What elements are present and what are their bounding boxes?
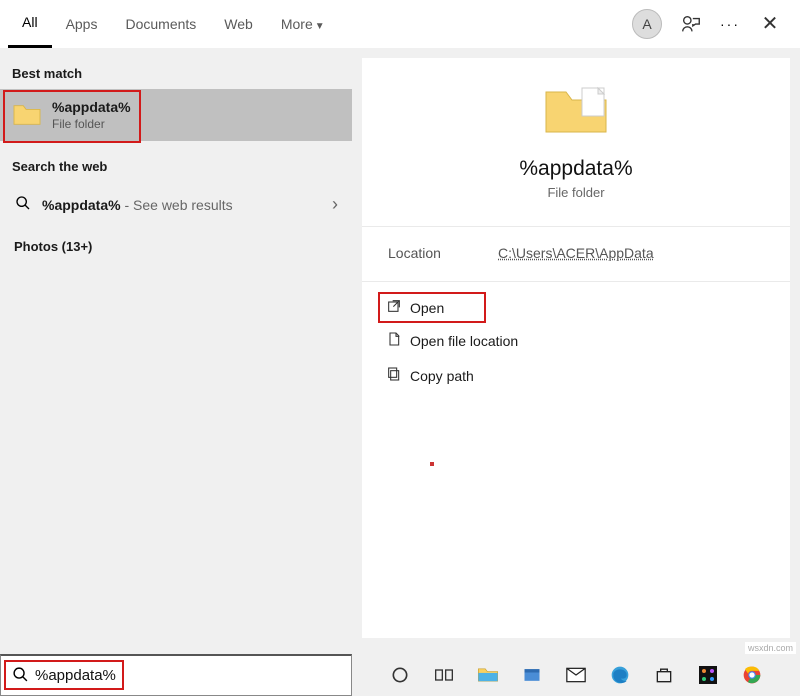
search-icon bbox=[9, 666, 31, 686]
location-label: Location bbox=[388, 245, 498, 261]
open-label: Open bbox=[410, 300, 444, 316]
web-result-suffix: - See web results bbox=[121, 197, 233, 213]
watermark: wsxdn.com bbox=[745, 642, 796, 654]
preview-subtitle: File folder bbox=[547, 185, 604, 200]
web-query: %appdata% bbox=[42, 197, 121, 213]
search-icon bbox=[14, 195, 32, 214]
tab-apps[interactable]: Apps bbox=[52, 0, 112, 48]
annotation-dot bbox=[430, 462, 434, 466]
open-button[interactable]: Open bbox=[378, 292, 486, 323]
open-file-location-label: Open file location bbox=[410, 333, 518, 349]
app-icon-2[interactable] bbox=[697, 664, 719, 686]
folder-icon bbox=[12, 102, 42, 128]
tab-web[interactable]: Web bbox=[210, 0, 267, 48]
location-path[interactable]: C:\Users\ACER\AppData bbox=[498, 245, 654, 261]
copy-icon bbox=[386, 366, 410, 385]
file-explorer-icon[interactable] bbox=[477, 664, 499, 686]
tab-more[interactable]: More▼ bbox=[267, 0, 339, 48]
task-view-icon[interactable] bbox=[433, 664, 455, 686]
copy-path-button[interactable]: Copy path bbox=[378, 358, 774, 393]
more-options-icon[interactable]: ··· bbox=[720, 16, 740, 32]
preview-actions: Open Open file location Copy path bbox=[362, 282, 790, 403]
mail-icon[interactable] bbox=[565, 664, 587, 686]
chevron-right-icon: › bbox=[332, 194, 338, 215]
file-location-icon bbox=[386, 331, 410, 350]
search-web-row[interactable]: %appdata% - See web results › bbox=[0, 182, 352, 227]
open-file-location-button[interactable]: Open file location bbox=[378, 323, 774, 358]
tab-all[interactable]: All bbox=[8, 0, 52, 48]
result-subtitle: File folder bbox=[52, 117, 131, 131]
search-body: Best match %appdata% File folder Search … bbox=[0, 48, 800, 648]
store-icon[interactable] bbox=[653, 664, 675, 686]
chrome-icon[interactable] bbox=[741, 664, 763, 686]
preview-pane: %appdata% File folder Location C:\Users\… bbox=[362, 58, 790, 638]
search-input[interactable]: %appdata% bbox=[0, 654, 352, 696]
app-icon[interactable] bbox=[521, 664, 543, 686]
location-row: Location C:\Users\ACER\AppData bbox=[362, 227, 790, 282]
cortana-icon[interactable] bbox=[389, 664, 411, 686]
search-filter-tabs: All Apps Documents Web More▼ A ··· ✕ bbox=[0, 0, 800, 48]
preview-title: %appdata% bbox=[519, 157, 632, 181]
search-value: %appdata% bbox=[35, 667, 116, 684]
folder-icon-large bbox=[542, 82, 610, 143]
best-match-label: Best match bbox=[0, 60, 352, 89]
results-pane: Best match %appdata% File folder Search … bbox=[0, 48, 352, 648]
chevron-down-icon: ▼ bbox=[315, 21, 325, 32]
copy-path-label: Copy path bbox=[410, 368, 474, 384]
avatar[interactable]: A bbox=[632, 9, 662, 39]
photos-label[interactable]: Photos (13+) bbox=[0, 227, 352, 266]
feedback-icon[interactable] bbox=[680, 13, 702, 35]
tab-documents[interactable]: Documents bbox=[111, 0, 210, 48]
edge-icon[interactable] bbox=[609, 664, 631, 686]
taskbar bbox=[352, 654, 800, 696]
result-title: %appdata% bbox=[52, 99, 131, 115]
best-match-result[interactable]: %appdata% File folder bbox=[0, 89, 352, 141]
open-icon bbox=[386, 298, 410, 317]
close-icon[interactable]: ✕ bbox=[758, 11, 782, 36]
search-web-label: Search the web bbox=[0, 153, 352, 182]
